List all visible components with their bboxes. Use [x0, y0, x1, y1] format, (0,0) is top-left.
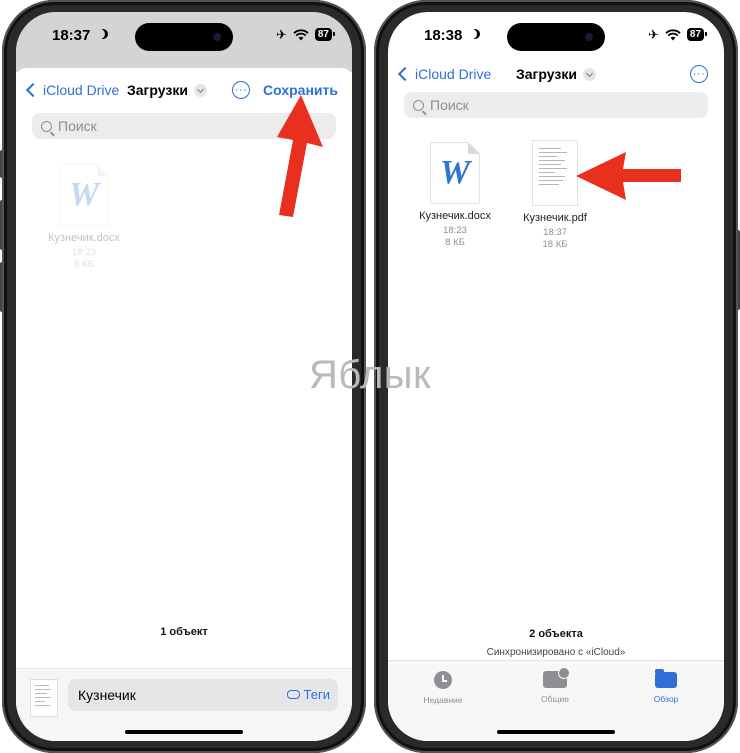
focus-moon-icon — [98, 29, 108, 39]
tab-label: Недавние — [423, 695, 463, 705]
battery-icon: 87 — [314, 28, 336, 41]
folder-title-menu[interactable]: Загрузки — [516, 66, 596, 82]
search-placeholder: Поиск — [430, 97, 469, 113]
tags-label: Теги — [303, 687, 330, 702]
file-item-docx[interactable]: W Кузнечик.docx 18:23 8 КБ — [410, 142, 500, 249]
status-bar: 18:37 ✈ 87 — [16, 12, 352, 58]
document-thumbnail — [30, 679, 58, 717]
chevron-down-icon — [582, 67, 596, 81]
airplane-icon: ✈ — [275, 27, 287, 42]
save-name-bar: Кузнечик Теги — [16, 668, 352, 741]
tab-recents[interactable]: Недавние — [403, 671, 483, 705]
pdf-doc-icon — [532, 140, 578, 206]
chevron-left-icon — [397, 66, 413, 82]
file-name: Кузнечик.docx — [48, 232, 120, 244]
file-size: 8 КБ — [445, 237, 465, 248]
filename-input[interactable]: Кузнечик Теги — [68, 679, 338, 711]
tags-button[interactable]: Теги — [286, 687, 330, 702]
back-label: iCloud Drive — [415, 66, 492, 82]
wifi-icon — [665, 28, 681, 41]
more-options-icon[interactable]: ··· — [232, 81, 250, 99]
tab-shared[interactable]: Общие — [515, 667, 595, 704]
red-arrow-up-icon — [277, 95, 323, 217]
file-name: Кузнечик.docx — [419, 210, 491, 222]
folder-title-menu[interactable]: Загрузки — [127, 82, 207, 98]
search-field[interactable]: Поиск — [404, 92, 708, 118]
folder-title: Загрузки — [516, 66, 577, 82]
word-doc-icon: W — [59, 164, 109, 226]
dynamic-island — [135, 23, 233, 51]
file-name: Кузнечик.pdf — [523, 212, 587, 224]
file-size: 8 КБ — [74, 259, 94, 270]
home-indicator — [125, 730, 243, 734]
search-icon — [413, 99, 424, 111]
file-item-docx: W Кузнечик.docx 18:23 8 КБ — [39, 164, 129, 271]
watermark: Яблык — [308, 353, 432, 397]
back-button[interactable]: iCloud Drive — [397, 66, 492, 82]
tab-browse[interactable]: Обзор — [626, 669, 706, 704]
status-time: 18:37 — [52, 27, 91, 44]
battery-icon: 87 — [686, 28, 708, 41]
red-arrow-left-icon — [576, 152, 681, 200]
file-time: 18:37 — [543, 227, 567, 238]
clock-icon — [434, 671, 452, 689]
airplane-icon: ✈ — [647, 27, 659, 42]
item-count: 1 объект — [160, 626, 208, 638]
sync-status: Синхронизировано с «iCloud» — [486, 647, 626, 658]
status-bar: 18:38 ✈ 87 — [388, 12, 724, 58]
chevron-left-icon — [25, 82, 41, 98]
search-icon — [41, 120, 52, 132]
search-placeholder: Поиск — [58, 118, 97, 134]
folder-icon — [655, 669, 677, 688]
tab-label: Обзор — [653, 694, 679, 704]
file-time: 18:23 — [443, 225, 467, 236]
back-button[interactable]: iCloud Drive — [25, 82, 120, 98]
tab-bar: Недавние Общие Обзор — [388, 660, 724, 741]
dynamic-island — [507, 23, 605, 51]
back-label: iCloud Drive — [43, 82, 120, 98]
word-doc-icon: W — [430, 142, 480, 204]
filename-value: Кузнечик — [78, 687, 136, 703]
file-time: 18:23 — [72, 247, 96, 258]
tab-label: Общие — [541, 694, 569, 704]
shared-folder-icon — [543, 667, 570, 688]
file-size: 18 КБ — [542, 239, 568, 250]
tag-icon — [286, 690, 300, 699]
more-options-icon[interactable]: ··· — [690, 65, 708, 83]
home-indicator — [497, 730, 615, 734]
focus-moon-icon — [470, 29, 480, 39]
folder-title: Загрузки — [127, 82, 188, 98]
status-time: 18:38 — [424, 27, 463, 44]
wifi-icon — [293, 28, 309, 41]
chevron-down-icon — [193, 83, 207, 97]
item-count: 2 объекта — [529, 628, 583, 640]
